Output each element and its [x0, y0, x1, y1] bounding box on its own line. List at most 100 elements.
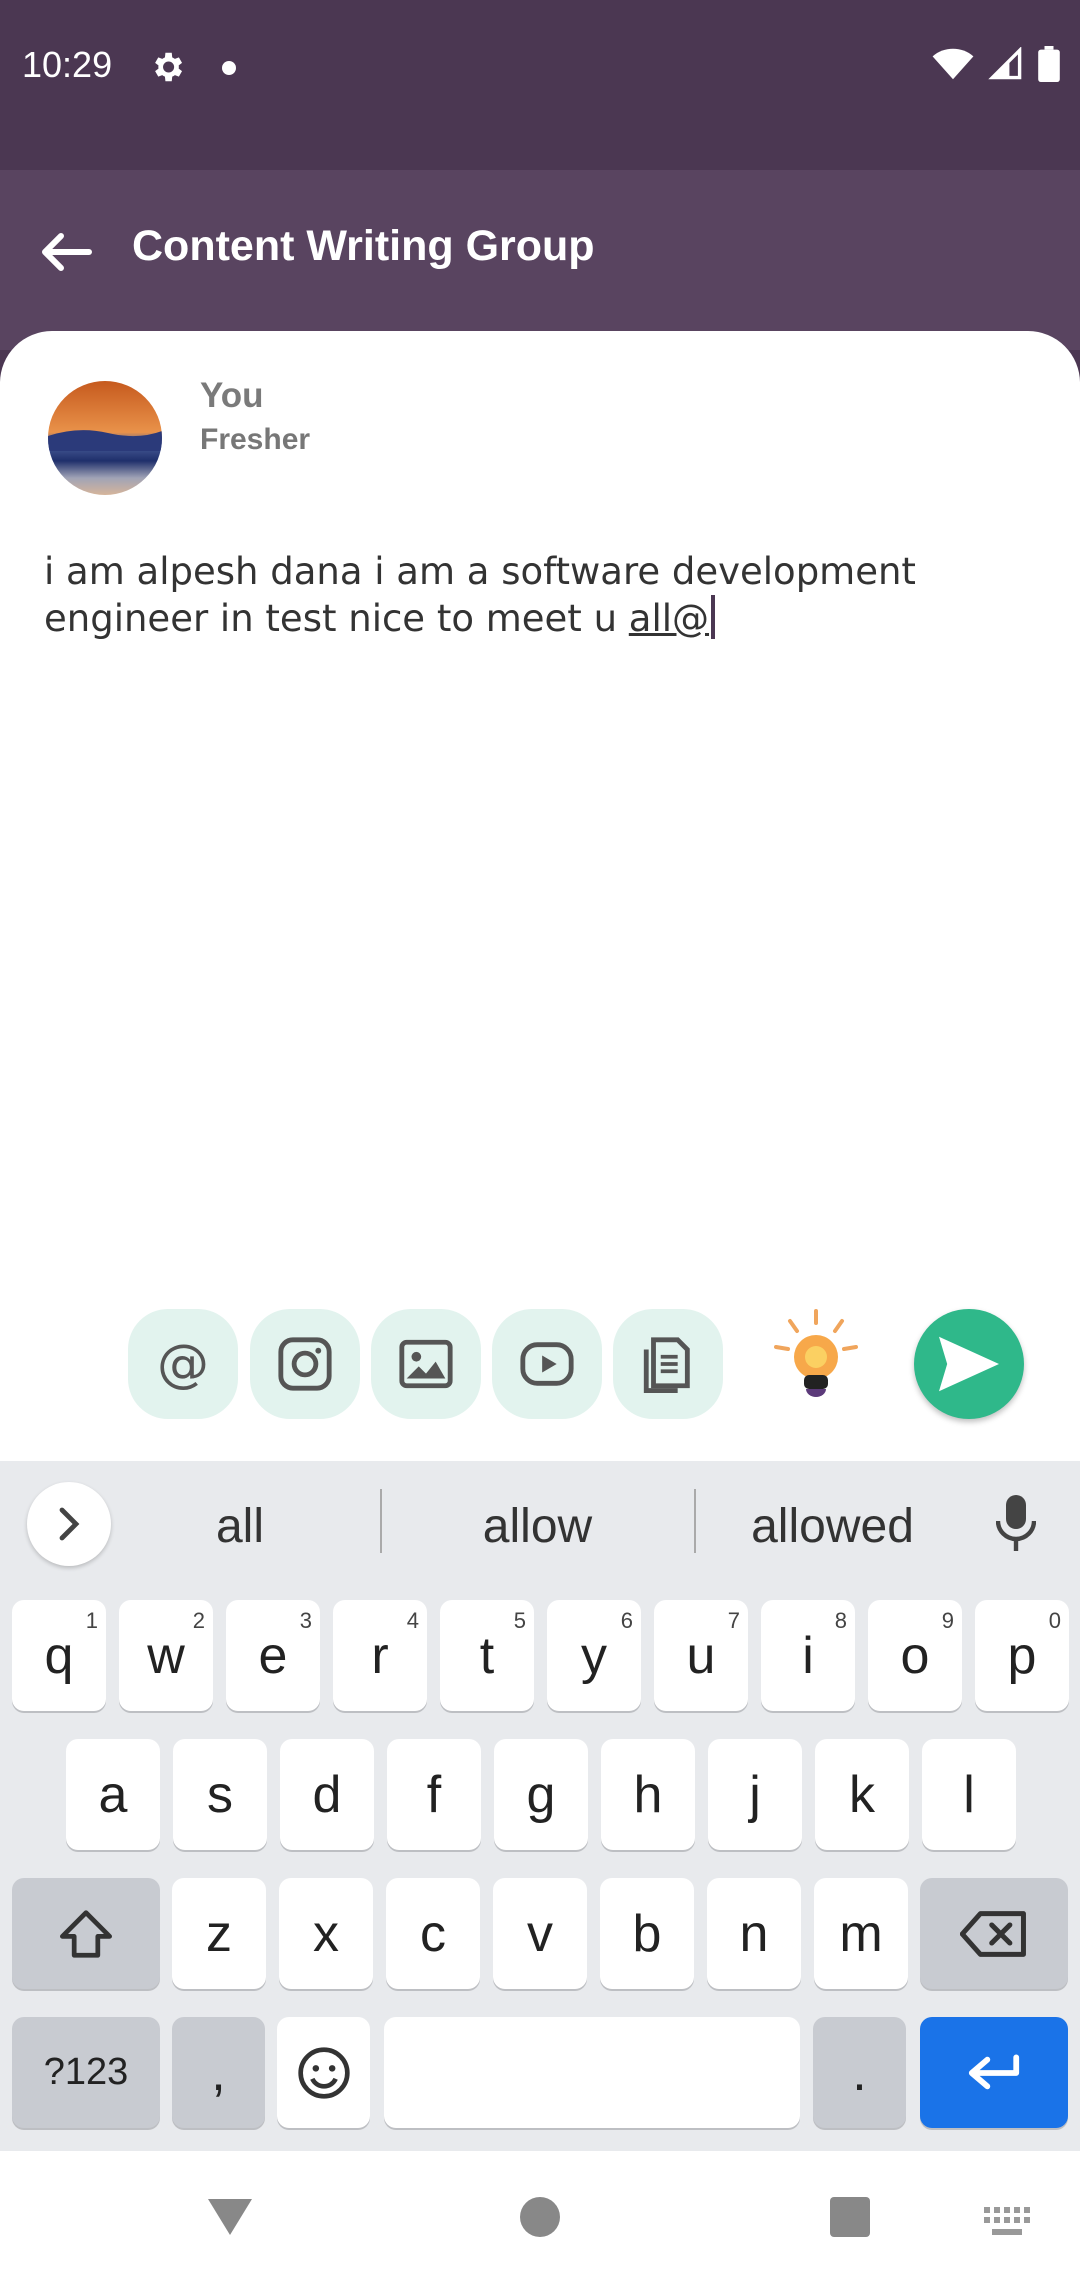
- key-e[interactable]: e3: [226, 1600, 320, 1711]
- key-label: f: [426, 1765, 442, 1824]
- key-d[interactable]: d: [280, 1739, 374, 1850]
- back-nav-icon[interactable]: [206, 2197, 254, 2237]
- send-icon: [939, 1336, 999, 1392]
- key-p[interactable]: p0: [975, 1600, 1069, 1711]
- key-label: i: [802, 1626, 814, 1685]
- key-f[interactable]: f: [387, 1739, 481, 1850]
- status-time: 10:29: [22, 44, 113, 85]
- key-z[interactable]: z: [172, 1878, 266, 1989]
- author-role: Fresher: [200, 423, 311, 456]
- avatar: [48, 381, 162, 495]
- youtube-icon: [520, 1342, 574, 1386]
- signal-icon: [988, 47, 1022, 80]
- suggestion-1[interactable]: all: [140, 1499, 340, 1554]
- key-u[interactable]: u7: [654, 1600, 748, 1711]
- comma-key[interactable]: ,: [172, 2017, 265, 2128]
- key-hint: 3: [299, 1608, 312, 1633]
- key-hint: 6: [620, 1608, 633, 1633]
- key-n[interactable]: n: [707, 1878, 801, 1989]
- keyboard-switch-icon[interactable]: [984, 2207, 1030, 2237]
- key-label: m: [839, 1904, 883, 1963]
- post-text-input[interactable]: i am alpesh dana i am a software develop…: [44, 549, 1044, 642]
- home-nav-icon[interactable]: [518, 2195, 562, 2239]
- keyboard-menu-button[interactable]: [27, 1482, 111, 1566]
- key-y[interactable]: y6: [547, 1600, 641, 1711]
- space-key[interactable]: [384, 2017, 800, 2128]
- key-hint: 9: [941, 1608, 954, 1633]
- send-button[interactable]: [914, 1309, 1024, 1419]
- key-label: e: [258, 1626, 288, 1685]
- suggestion-strip: all allow allowed: [0, 1461, 1080, 1581]
- notification-dot-icon: [222, 61, 236, 75]
- enter-key[interactable]: [920, 2017, 1068, 2128]
- key-hint: 8: [834, 1608, 847, 1633]
- text-cursor: [711, 595, 716, 639]
- wifi-icon: [932, 48, 974, 80]
- key-label: v: [527, 1904, 553, 1963]
- idea-button[interactable]: [768, 1307, 864, 1417]
- key-s[interactable]: s: [173, 1739, 267, 1850]
- emoji-key[interactable]: [277, 2017, 370, 2128]
- key-q[interactable]: q1: [12, 1600, 106, 1711]
- key-l[interactable]: l: [922, 1739, 1016, 1850]
- key-label: u: [686, 1626, 716, 1685]
- key-label: w: [147, 1626, 185, 1685]
- key-j[interactable]: j: [708, 1739, 802, 1850]
- key-label: l: [963, 1765, 975, 1824]
- at-icon: @: [157, 1334, 209, 1394]
- suggestion-3[interactable]: allowed: [720, 1499, 945, 1554]
- document-button[interactable]: [613, 1309, 723, 1419]
- instagram-icon: [278, 1337, 332, 1391]
- key-v[interactable]: v: [493, 1878, 587, 1989]
- key-g[interactable]: g: [494, 1739, 588, 1850]
- key-label: j: [749, 1765, 761, 1824]
- key-i[interactable]: i8: [761, 1600, 855, 1711]
- suggestion-2[interactable]: allow: [420, 1499, 655, 1554]
- key-k[interactable]: k: [815, 1739, 909, 1850]
- key-label: r: [371, 1626, 389, 1685]
- suggestion-divider: [380, 1489, 382, 1553]
- key-label: s: [207, 1765, 233, 1824]
- key-label: z: [206, 1904, 232, 1963]
- recents-nav-icon[interactable]: [828, 2195, 872, 2239]
- key-r[interactable]: r4: [333, 1600, 427, 1711]
- key-c[interactable]: c: [386, 1878, 480, 1989]
- settings-icon: [155, 52, 183, 82]
- status-bar: 10:29: [0, 0, 1080, 170]
- status-icons: [932, 46, 1060, 82]
- key-t[interactable]: t5: [440, 1600, 534, 1711]
- image-icon: [399, 1339, 453, 1389]
- key-x[interactable]: x: [279, 1878, 373, 1989]
- period-key[interactable]: .: [813, 2017, 906, 2128]
- key-b[interactable]: b: [600, 1878, 694, 1989]
- key-label: t: [479, 1626, 495, 1685]
- mention-button[interactable]: @: [128, 1309, 238, 1419]
- back-button[interactable]: [36, 222, 96, 282]
- key-w[interactable]: w2: [119, 1600, 213, 1711]
- key-label: x: [313, 1904, 339, 1963]
- key-o[interactable]: o9: [868, 1600, 962, 1711]
- enter-icon: [968, 2054, 1020, 2089]
- key-label: b: [632, 1904, 662, 1963]
- post-text-line2: engineer in test nice to meet u all@: [44, 595, 1044, 642]
- key-h[interactable]: h: [601, 1739, 695, 1850]
- key-m[interactable]: m: [814, 1878, 908, 1989]
- key-hint: 0: [1048, 1608, 1061, 1633]
- symbols-key[interactable]: ?123: [12, 2017, 160, 2128]
- page-title: Content Writing Group: [132, 222, 595, 270]
- backspace-key[interactable]: [920, 1878, 1068, 1989]
- microphone-icon[interactable]: [996, 1493, 1036, 1553]
- navigation-bar: [0, 2151, 1080, 2280]
- key-label: h: [633, 1765, 663, 1824]
- key-label: q: [44, 1626, 74, 1685]
- image-button[interactable]: [371, 1309, 481, 1419]
- post-text-line1: i am alpesh dana i am a software develop…: [44, 550, 916, 593]
- key-a[interactable]: a: [66, 1739, 160, 1850]
- soft-keyboard: all allow allowed ?123 , . q1w2e3r4t5y6u…: [0, 1461, 1080, 2151]
- battery-icon: [1038, 46, 1060, 82]
- shift-key[interactable]: [12, 1878, 160, 1989]
- instagram-button[interactable]: [250, 1309, 360, 1419]
- back-arrow-icon: [42, 233, 92, 271]
- key-label: c: [420, 1904, 446, 1963]
- youtube-button[interactable]: [492, 1309, 602, 1419]
